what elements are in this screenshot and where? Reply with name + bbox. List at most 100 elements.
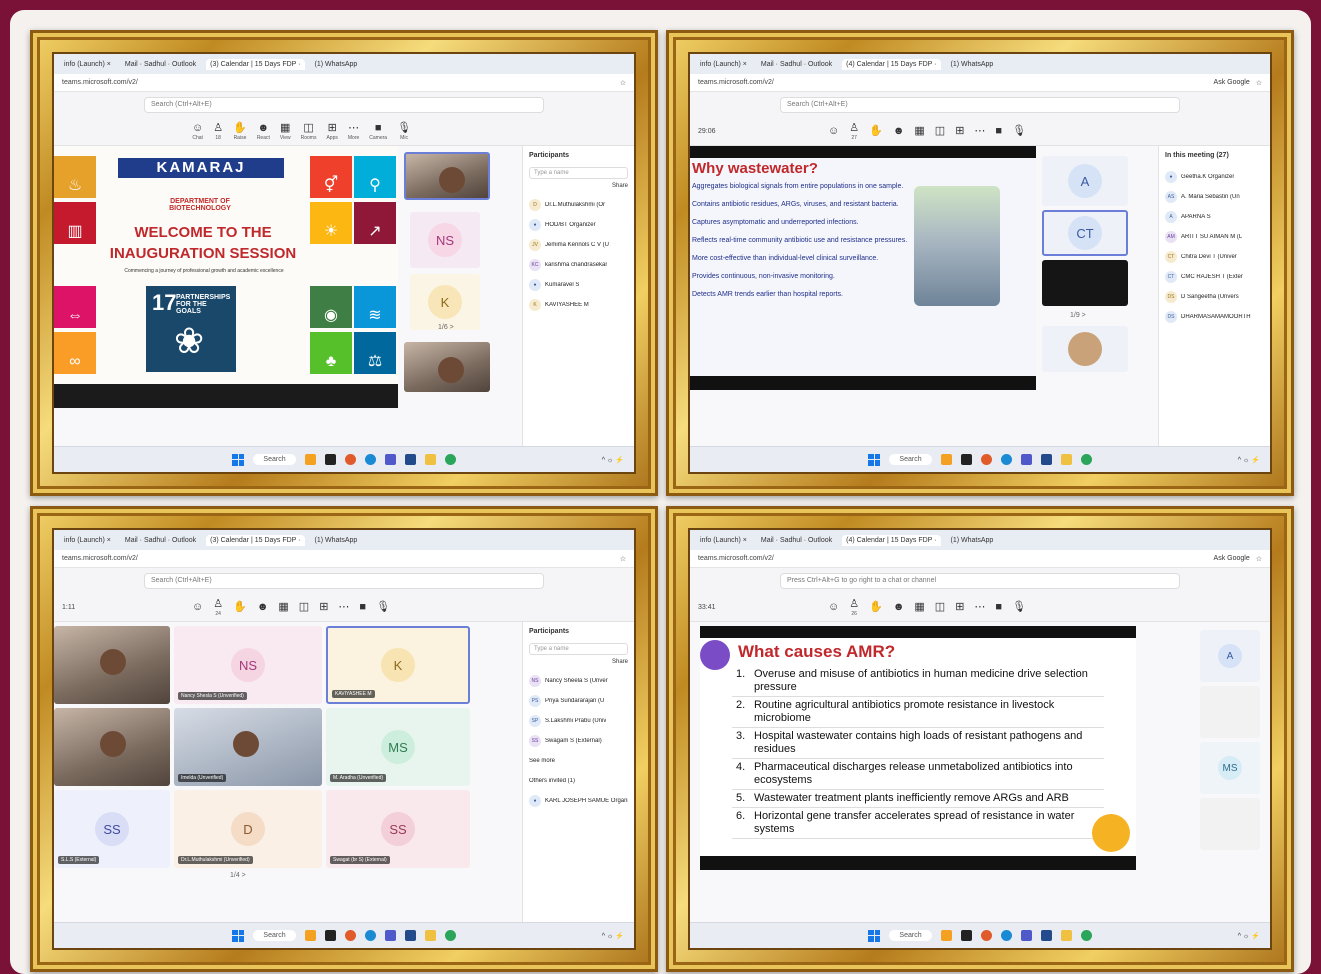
raise-hand-button[interactable]: ✋	[869, 126, 883, 137]
taskbar-search[interactable]: Search	[889, 930, 932, 941]
participant-row[interactable]: D Dr.L.Muthulakshmi (Or	[529, 195, 628, 215]
view-button[interactable]: ▦	[914, 126, 924, 137]
participant-row[interactable]: NS Nancy Sheela S (Unver	[529, 671, 628, 691]
system-tray[interactable]: ^ ☼ ⚡	[1238, 456, 1260, 464]
participant-tile[interactable]: K	[410, 274, 480, 330]
participant-row[interactable]: K KAVIYASHEE M	[529, 295, 628, 315]
participant-row[interactable]: ● Kumaravel S	[529, 275, 628, 295]
browser-tab[interactable]: Mail · Sadhul · Outlook	[757, 535, 836, 546]
participant-row[interactable]: CT Chitra Devi T (Univer	[1165, 247, 1264, 267]
video-tile[interactable]	[1042, 260, 1128, 306]
video-tile[interactable]	[404, 152, 490, 200]
app-icon[interactable]	[404, 930, 416, 941]
view-button[interactable]: ▦	[278, 602, 288, 613]
participant-search[interactable]: Type a name	[529, 167, 628, 179]
pager[interactable]: 1/9 >	[1070, 312, 1086, 319]
others-invited-header[interactable]: Others invited (1)	[529, 771, 628, 791]
rooms-button[interactable]: ◫ Rooms	[301, 122, 317, 141]
participant-tile[interactable]: MS M. Aradha (Unverified)	[326, 708, 470, 786]
react-button[interactable]: ☻	[257, 602, 269, 613]
apps-button[interactable]: ⊞	[319, 602, 328, 613]
app-icon[interactable]	[444, 930, 456, 941]
raise-hand-button[interactable]: ✋	[233, 602, 247, 613]
chat-button[interactable]: ☺	[828, 602, 839, 613]
participant-row[interactable]: DS DHARMASAMAMOORTH	[1165, 307, 1264, 327]
react-button[interactable]: ☻	[893, 126, 905, 137]
teams-search-input[interactable]: Search (Ctrl+Alt+E)	[144, 573, 544, 589]
participant-row[interactable]: JV Jemima Kennols C V (U	[529, 235, 628, 255]
react-button[interactable]: ☻ React	[257, 122, 270, 141]
more-button[interactable]: ⋯	[974, 126, 985, 137]
teams-search-input[interactable]: Search (Ctrl+Alt+E)	[144, 97, 544, 113]
mic-button[interactable]: 🎙	[1012, 126, 1026, 137]
browser-tab[interactable]: (1) WhatsApp	[311, 59, 362, 70]
browser-tab[interactable]: (1) WhatsApp	[311, 535, 362, 546]
folder-icon[interactable]	[424, 454, 436, 465]
participant-row[interactable]: ● KARL JOSEPH SAMUE Organizer	[529, 791, 628, 811]
windows-start-icon[interactable]	[232, 453, 245, 466]
bookmark-star-icon[interactable]: ☆	[1256, 555, 1262, 563]
share-invite-button[interactable]: Share	[529, 183, 628, 189]
app-icon[interactable]	[960, 454, 972, 465]
folder-icon[interactable]	[1060, 454, 1072, 465]
teams-icon[interactable]	[1020, 930, 1032, 941]
people-button[interactable]: ♙ 27	[849, 122, 859, 141]
edge-icon[interactable]	[1000, 454, 1012, 465]
pager[interactable]: 1/6 >	[438, 324, 454, 331]
camera-button[interactable]: ■	[995, 602, 1002, 613]
pager[interactable]: 1/4 >	[230, 872, 246, 879]
mic-button[interactable]: 🎙	[376, 602, 390, 613]
more-button[interactable]: ⋯ More	[348, 122, 359, 141]
taskbar-search[interactable]: Search	[253, 454, 296, 465]
participant-tile[interactable]: MS	[1200, 742, 1260, 794]
video-tile[interactable]	[1200, 686, 1260, 738]
app-icon[interactable]	[404, 454, 416, 465]
people-button[interactable]: ♙ 18	[213, 122, 223, 141]
folder-icon[interactable]	[424, 930, 436, 941]
teams-icon[interactable]	[1020, 454, 1032, 465]
browser-tab[interactable]: (1) WhatsApp	[947, 59, 998, 70]
participant-row[interactable]: DS D Sangeetha (Unvers	[1165, 287, 1264, 307]
browser-tab[interactable]: (4) Calendar | 15 Days FDP ·	[842, 534, 941, 546]
video-tile[interactable]	[54, 708, 170, 786]
more-button[interactable]: ⋯	[338, 602, 349, 613]
chrome-icon[interactable]	[980, 930, 992, 941]
view-button[interactable]: ▦ View	[280, 122, 291, 141]
see-more-link[interactable]: See more	[529, 751, 628, 771]
video-tile[interactable]	[54, 626, 170, 704]
chat-button[interactable]: ☺ Chat	[192, 122, 203, 141]
apps-button[interactable]: ⊞	[955, 602, 964, 613]
browser-tab[interactable]: info (Launch) ×	[696, 59, 751, 70]
address-bar[interactable]: teams.microsoft.com/v2/ ☆	[54, 74, 634, 92]
share-invite-button[interactable]: Share	[529, 659, 628, 665]
chrome-icon[interactable]	[344, 454, 356, 465]
ask-google-button[interactable]: Ask Google	[1214, 555, 1250, 562]
app-icon[interactable]	[1040, 454, 1052, 465]
app-icon[interactable]	[1080, 930, 1092, 941]
participant-tile[interactable]: A	[1042, 156, 1128, 206]
browser-tab[interactable]: (4) Calendar | 15 Days FDP ·	[842, 58, 941, 70]
app-icon[interactable]	[324, 930, 336, 941]
participant-tile[interactable]: A	[1200, 630, 1260, 682]
view-button[interactable]: ▦	[914, 602, 924, 613]
teams-search-input[interactable]: Press Ctrl+Alt+G to go right to a chat o…	[780, 573, 1180, 589]
app-icon[interactable]	[304, 454, 316, 465]
mic-button[interactable]: 🎙 Mic	[397, 122, 411, 141]
chrome-icon[interactable]	[980, 454, 992, 465]
participant-row[interactable]: SS Swagam S (External)	[529, 731, 628, 751]
app-icon[interactable]	[940, 930, 952, 941]
teams-icon[interactable]	[384, 930, 396, 941]
app-icon[interactable]	[444, 454, 456, 465]
people-button[interactable]: ♙ 26	[849, 598, 859, 617]
chat-button[interactable]: ☺	[192, 602, 203, 613]
participant-row[interactable]: PS Priya Sundararajan (U	[529, 691, 628, 711]
participant-tile[interactable]: CT	[1042, 210, 1128, 256]
participant-row[interactable]: KC karishma chandrasekar	[529, 255, 628, 275]
app-icon[interactable]	[940, 454, 952, 465]
camera-button[interactable]: ■ Camera	[369, 122, 387, 141]
participant-tile[interactable]: NS Nancy Shesla S (Unverified)	[174, 626, 322, 704]
edge-icon[interactable]	[364, 930, 376, 941]
edge-icon[interactable]	[1000, 930, 1012, 941]
windows-start-icon[interactable]	[868, 929, 881, 942]
more-button[interactable]: ⋯	[974, 602, 985, 613]
